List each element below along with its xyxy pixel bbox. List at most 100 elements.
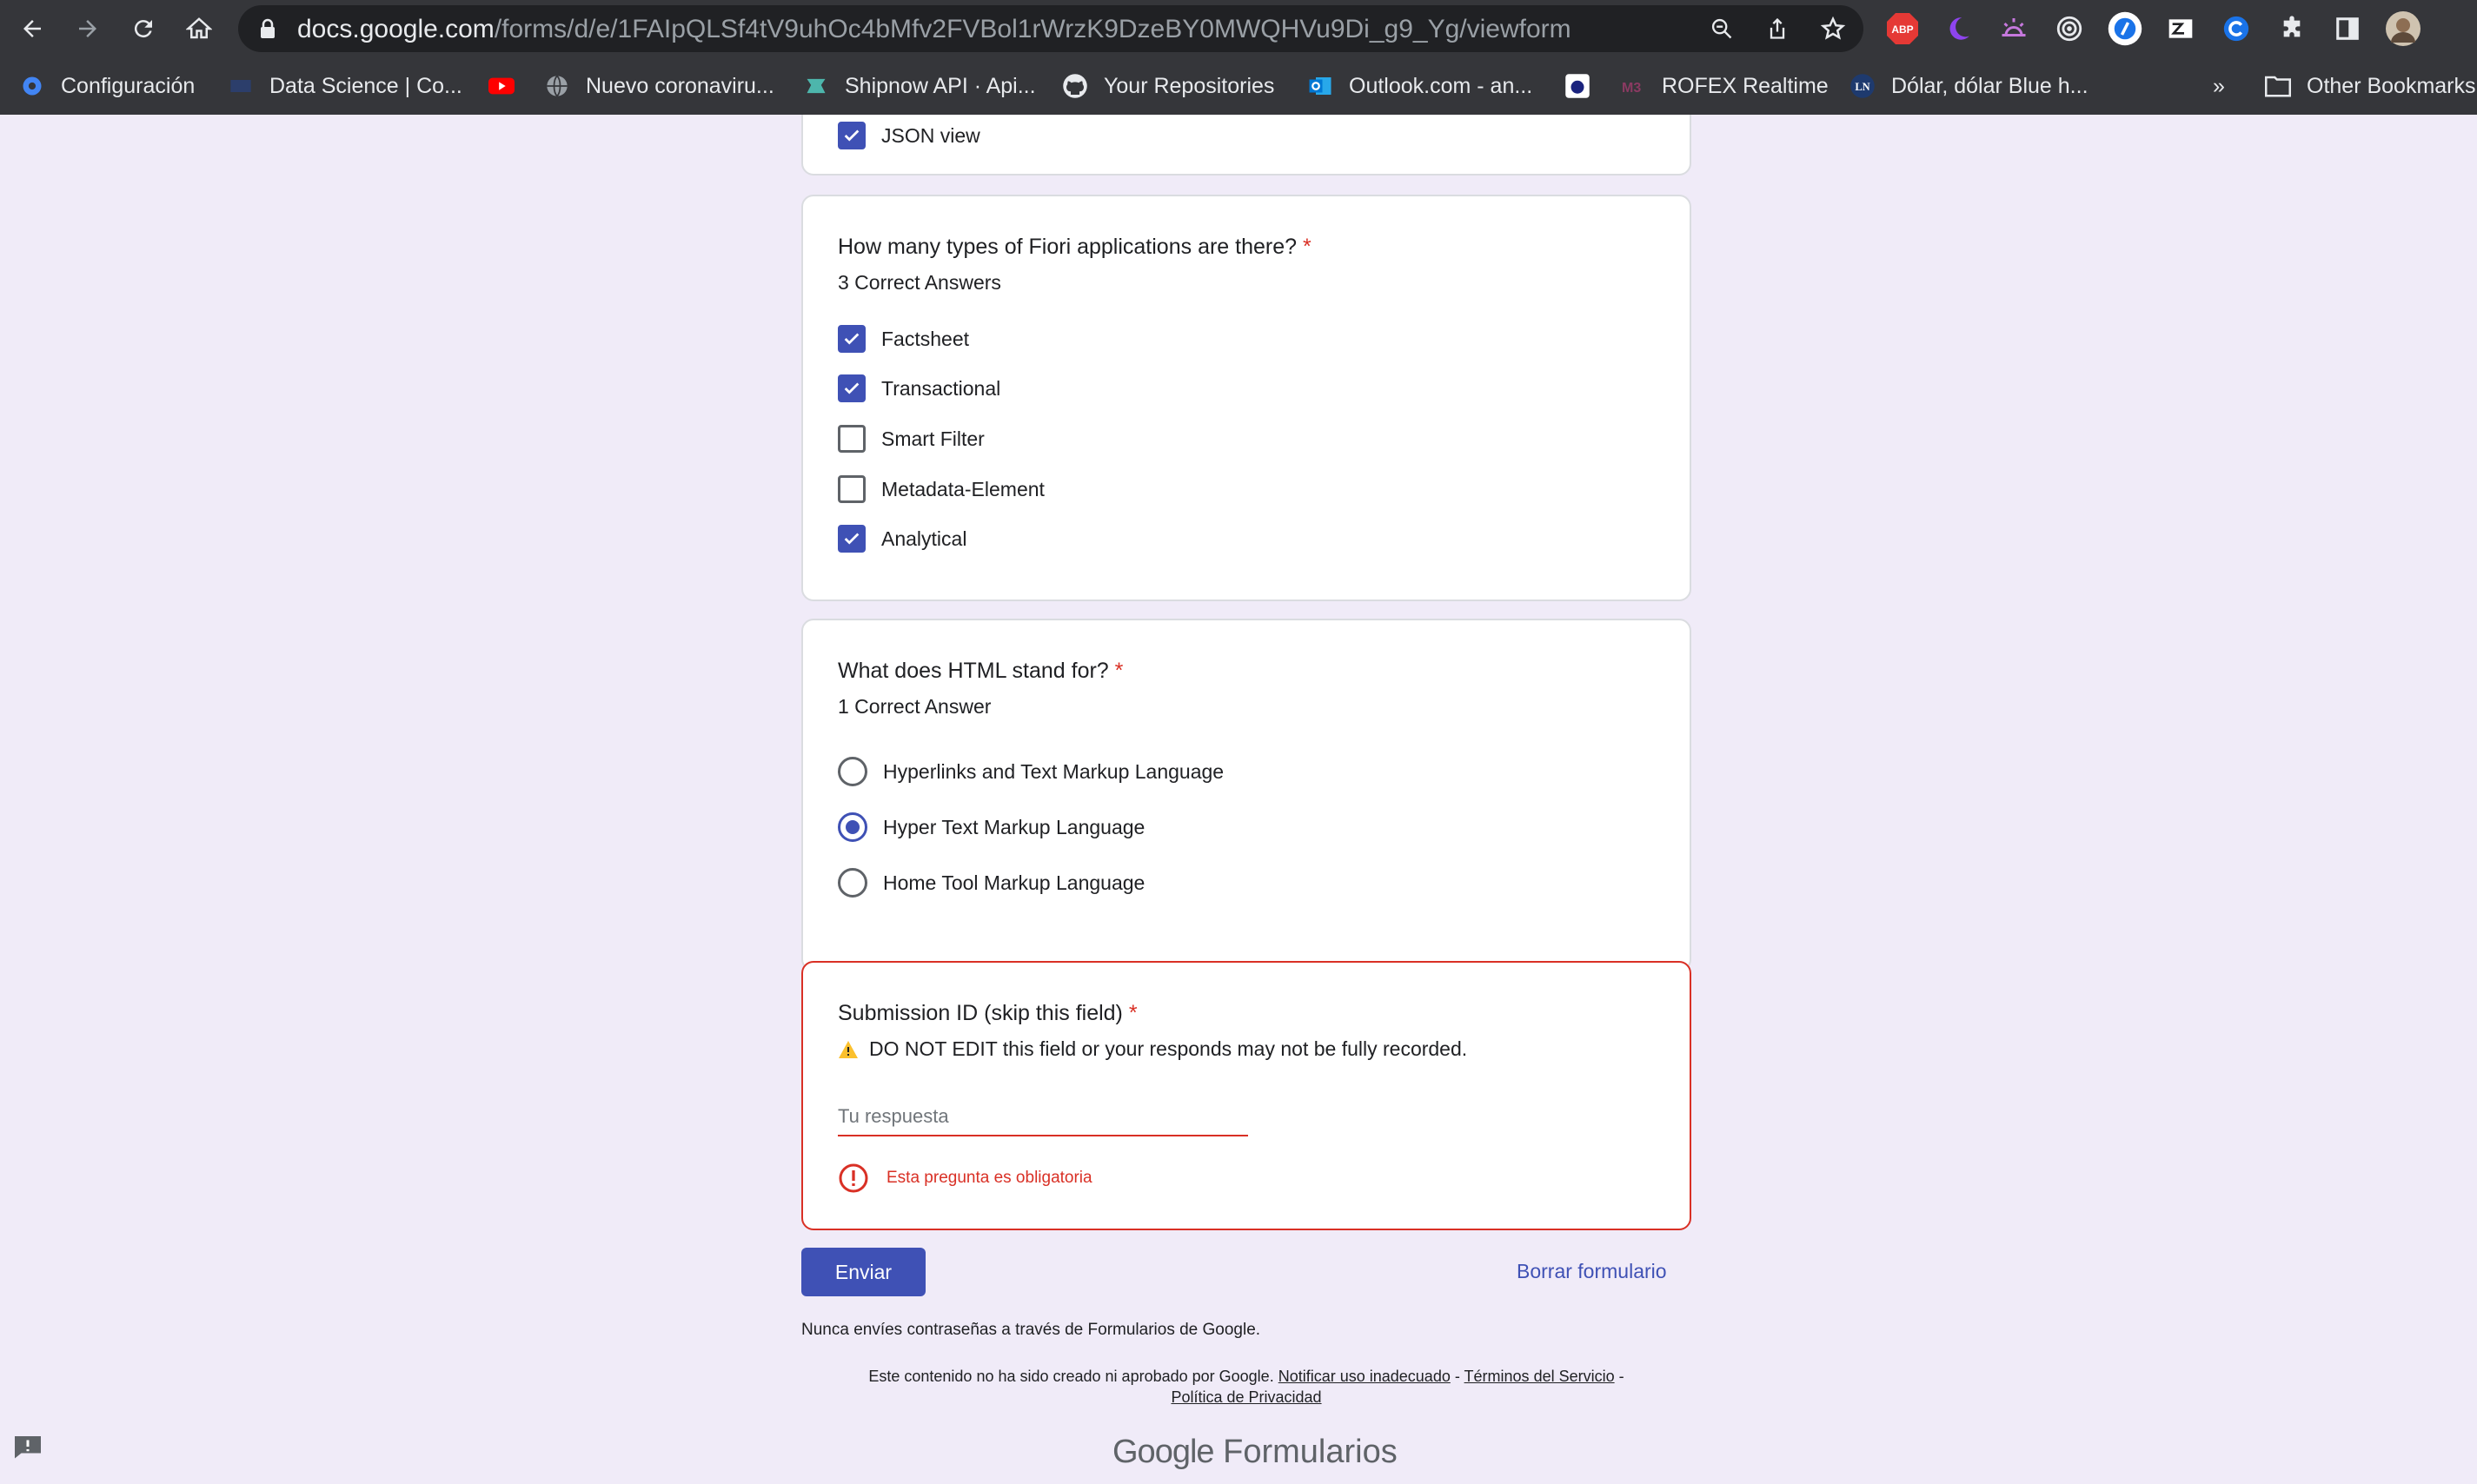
svg-text:ABP: ABP: [1891, 23, 1913, 36]
pocket-extension-icon[interactable]: [2107, 10, 2143, 47]
reload-button[interactable]: [122, 7, 165, 50]
question-title: How many types of Fiori applications are…: [838, 235, 1312, 259]
option-label: Home Tool Markup Language: [883, 871, 1146, 894]
bookmark-outlook[interactable]: Outlook.com - an...: [1307, 70, 1532, 103]
error-icon: [839, 1163, 868, 1193]
address-bar[interactable]: docs.google.com/forms/d/e/1FAIpQLSf4tV9u…: [238, 5, 1863, 52]
privacy-link[interactable]: Política de Privacidad: [1171, 1388, 1321, 1406]
error-message: Esta pregunta es obligatoria: [838, 1163, 1092, 1194]
home-button[interactable]: [177, 7, 221, 50]
darkmode-extension-icon[interactable]: [1940, 10, 1976, 47]
bookmark-label: Outlook.com - an...: [1349, 73, 1533, 98]
rofex-icon: M3: [1620, 73, 1646, 99]
bookmark-label: ROFEX Realtime: [1662, 73, 1829, 98]
radio-option-hypertext[interactable]: Hyper Text Markup Language: [838, 810, 1145, 845]
radio-button[interactable]: [838, 757, 867, 786]
other-bookmarks-folder[interactable]: Other Bookmarks: [2265, 70, 2476, 103]
radio-option-home-tool[interactable]: Home Tool Markup Language: [838, 865, 1145, 900]
browser-chrome: docs.google.com/forms/d/e/1FAIpQLSf4tV9u…: [0, 0, 2477, 115]
question-subtitle: 3 Correct Answers: [838, 271, 1001, 294]
google-wordmark: Google: [1112, 1434, 1215, 1470]
question-card-html: What does HTML stand for? * 1 Correct An…: [801, 619, 1691, 971]
question-title: Submission ID (skip this field) *: [838, 1001, 1138, 1025]
radio-option-hyperlinks[interactable]: Hyperlinks and Text Markup Language: [838, 754, 1224, 789]
bookmark-dolar[interactable]: LN Dólar, dólar Blue h...: [1849, 70, 2089, 103]
checkbox-option-smart-filter[interactable]: Smart Filter: [838, 421, 985, 456]
warning-icon: [839, 1040, 858, 1058]
question-card-fiori: How many types of Fiori applications are…: [801, 195, 1691, 601]
other-bookmarks-label: Other Bookmarks: [2307, 73, 2476, 98]
bookmark-label: Configuración: [61, 73, 196, 98]
required-asterisk: *: [1128, 1001, 1138, 1025]
option-label: Metadata-Element: [881, 477, 1045, 500]
bookmark-youtube[interactable]: [488, 70, 530, 103]
bookmark-data-science[interactable]: Data Science | Co...: [228, 70, 462, 103]
browser-toolbar: docs.google.com/forms/d/e/1FAIpQLSf4tV9u…: [0, 0, 2477, 57]
option-label: Transactional: [881, 376, 1001, 400]
overflow-label: »: [2213, 73, 2225, 98]
checkbox[interactable]: [838, 475, 866, 503]
footer-disclaimer: Este contenido no ha sido creado ni apro…: [868, 1368, 1274, 1385]
radio-button[interactable]: [838, 868, 867, 898]
bookmark-star-icon[interactable]: [1818, 14, 1848, 43]
submit-button[interactable]: Enviar: [801, 1248, 926, 1296]
bookmarks-overflow-button[interactable]: »: [2213, 70, 2225, 103]
puzzle-extensions-icon[interactable]: [2274, 10, 2310, 47]
bookmark-repositories[interactable]: Your Repositories: [1062, 70, 1274, 103]
radio-dot: [846, 820, 860, 834]
question-subtitle: 1 Correct Answer: [838, 695, 992, 718]
profile-avatar[interactable]: [2385, 10, 2421, 47]
zendesk-extension-icon[interactable]: [2162, 10, 2199, 47]
feedback-report-icon[interactable]: [12, 1434, 43, 1460]
arrow-right-icon: [79, 20, 96, 37]
bookmark-coronavirus[interactable]: Nuevo coronaviru...: [544, 70, 774, 103]
sunset-extension-icon[interactable]: [1996, 10, 2032, 47]
checkbox-option[interactable]: JSON view: [838, 118, 980, 153]
bookmark-rofex[interactable]: M3 ROFEX Realtime: [1620, 70, 1829, 103]
checkbox[interactable]: [838, 122, 866, 149]
bookmark-label: Dólar, dólar Blue h...: [1891, 73, 2089, 98]
footer-separator: -: [1618, 1368, 1624, 1385]
google-forms-logo[interactable]: Google Formularios: [1112, 1434, 1398, 1471]
checkbox-option-transactional[interactable]: Transactional: [838, 371, 1000, 406]
submission-id-input[interactable]: [838, 1098, 1248, 1135]
back-button[interactable]: [10, 7, 54, 50]
checkbox[interactable]: [838, 425, 866, 453]
checkbox[interactable]: [838, 374, 866, 402]
checkbox-option-analytical[interactable]: Analytical: [838, 521, 966, 556]
bookmark-configuracion[interactable]: Configuración: [19, 70, 195, 103]
share-icon[interactable]: [1763, 14, 1792, 43]
c-extension-icon[interactable]: [2218, 10, 2255, 47]
password-warning-note: Nunca envíes contraseñas a través de For…: [801, 1321, 1261, 1339]
adblock-extension-icon[interactable]: ABP: [1884, 10, 1921, 47]
radio-button[interactable]: [838, 812, 867, 842]
question-title: What does HTML stand for? *: [838, 659, 1124, 683]
bookmark-logo[interactable]: [1564, 70, 1606, 103]
sidepanel-icon[interactable]: [2329, 10, 2366, 47]
checkbox[interactable]: [838, 525, 866, 553]
question-card-previous: JSON view: [801, 115, 1691, 176]
youtube-icon: [488, 73, 515, 99]
submission-id-field[interactable]: [838, 1098, 1248, 1136]
checkmark-icon: [844, 129, 860, 142]
bookmark-label: Shipnow API · Api...: [845, 73, 1036, 98]
datascience-icon: [228, 73, 254, 99]
bookmark-shipnow[interactable]: Shipnow API · Api...: [803, 70, 1036, 103]
bookmark-label: Your Repositories: [1104, 73, 1275, 98]
bookmarks-bar: Configuración Data Science | Co... Nuevo…: [0, 57, 2477, 115]
url-text: docs.google.com/forms/d/e/1FAIpQLSf4tV9u…: [297, 15, 1571, 43]
checkbox-option-factsheet[interactable]: Factsheet: [838, 321, 969, 356]
checkbox-option-metadata-element[interactable]: Metadata-Element: [838, 472, 1045, 507]
option-label: Hyperlinks and Text Markup Language: [883, 759, 1225, 783]
ln-icon: LN: [1849, 73, 1876, 99]
forward-button[interactable]: [66, 7, 110, 50]
target-extension-icon[interactable]: [2051, 10, 2088, 47]
checkbox[interactable]: [838, 325, 866, 353]
clear-form-link[interactable]: Borrar formulario: [1517, 1260, 1667, 1283]
option-label: Smart Filter: [881, 427, 985, 450]
question-card-submission-id: Submission ID (skip this field) * DO NOT…: [801, 961, 1691, 1230]
report-abuse-link[interactable]: Notificar uso inadecuado: [1278, 1368, 1451, 1385]
arrow-left-icon: [23, 20, 41, 37]
zoom-icon[interactable]: [1707, 14, 1737, 43]
terms-link[interactable]: Términos del Servicio: [1464, 1368, 1615, 1385]
